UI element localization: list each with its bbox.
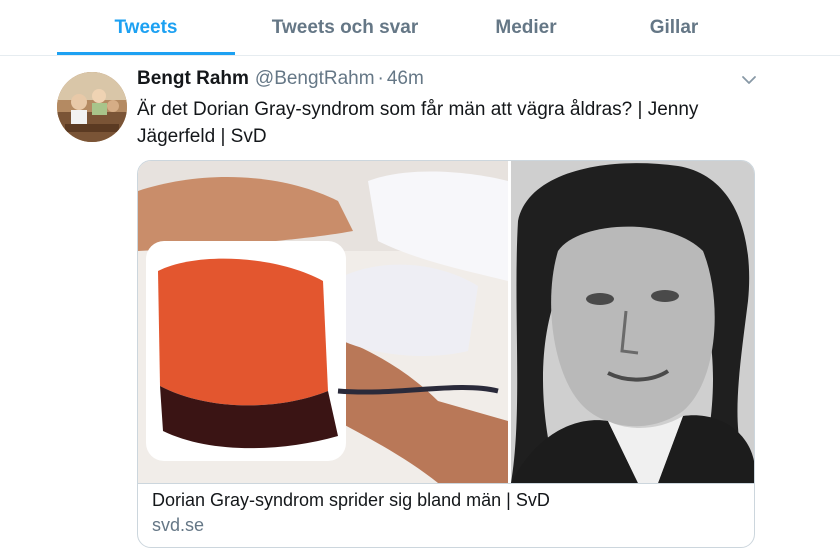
tab-tweets[interactable]: Tweets <box>57 0 235 55</box>
card-domain: svd.se <box>152 515 205 535</box>
active-tab-indicator <box>57 52 235 55</box>
separator-dot: · <box>377 68 384 89</box>
chevron-down-icon[interactable] <box>739 72 759 88</box>
author-name[interactable]: Bengt Rahm <box>137 68 249 90</box>
tweet-header: Bengt Rahm @BengtRahm · 46m <box>137 68 424 94</box>
tab-label: Gillar <box>649 16 699 38</box>
card-image[interactable] <box>138 161 754 484</box>
card-title[interactable]: Dorian Gray-syndrom sprider sig bland mä… <box>152 490 742 511</box>
tab-tweets-and-replies[interactable]: Tweets och svar <box>245 0 445 55</box>
profile-tabs: Tweets Tweets och svar Medier Gillar <box>0 0 840 56</box>
tab-label: Tweets och svar <box>271 16 419 38</box>
link-card[interactable]: Dorian Gray-syndrom sprider sig bland mä… <box>137 160 755 548</box>
tweet-timestamp[interactable]: 46m <box>387 68 424 90</box>
tab-likes[interactable]: Gillar <box>610 0 738 55</box>
author-handle[interactable]: @BengtRahm <box>255 68 375 90</box>
tab-media[interactable]: Medier <box>470 0 582 55</box>
tab-label: Medier <box>495 16 557 38</box>
tweet-text: Är det Dorian Gray-syndrom som får män a… <box>137 99 699 147</box>
avatar[interactable] <box>57 72 127 142</box>
tab-label: Tweets <box>114 16 178 38</box>
